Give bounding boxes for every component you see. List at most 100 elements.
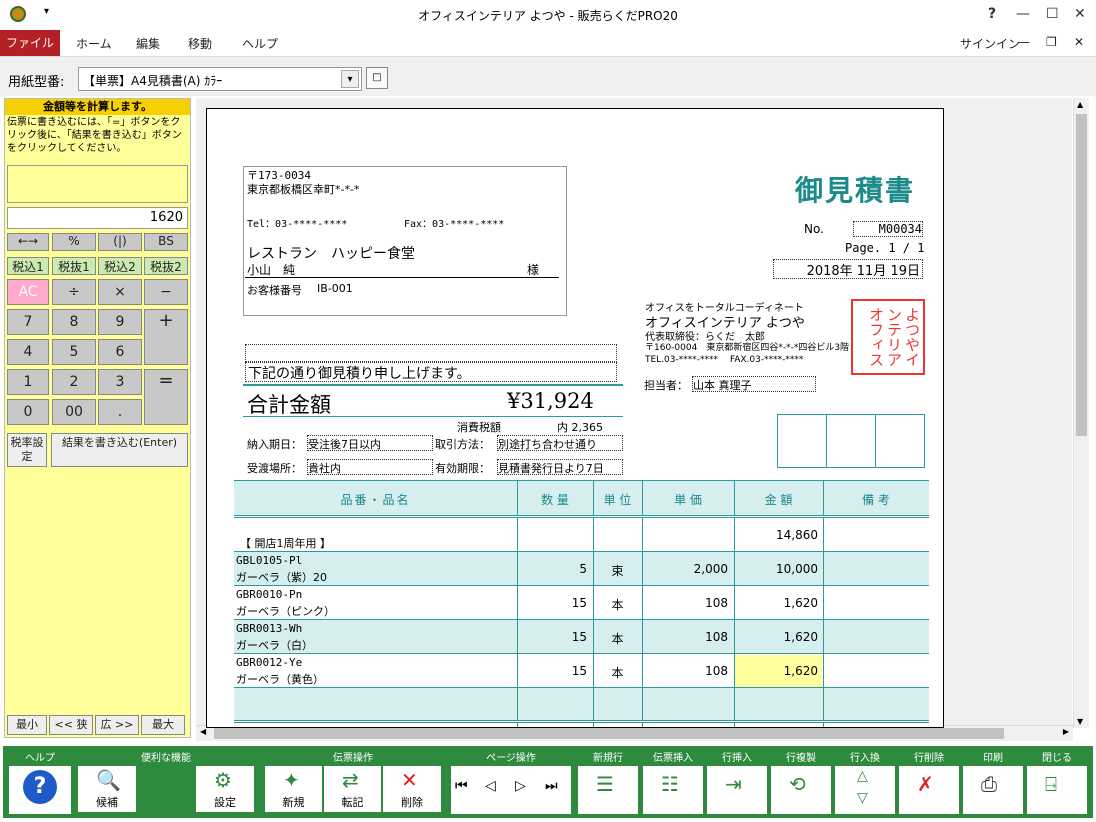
row-qty[interactable]: 5 — [517, 562, 587, 576]
calc-digit-5[interactable]: 5 — [52, 339, 96, 365]
help-button[interactable]: ? — [988, 6, 996, 22]
delivery-value[interactable]: 受注後7日以内 — [307, 435, 433, 451]
row-amount[interactable]: 1,620 — [734, 664, 818, 678]
zoom-wide-button[interactable]: 広 >> — [95, 715, 139, 735]
scroll-left-icon[interactable]: ◀ — [200, 727, 206, 736]
settings-button[interactable]: ⚙ 設定 — [196, 766, 254, 812]
row-qty[interactable]: 15 — [517, 596, 587, 610]
calc-plus-button[interactable]: + — [144, 309, 188, 365]
scroll-h-thumb[interactable] — [214, 728, 1004, 739]
calc-paren-button[interactable]: (|) — [98, 233, 142, 251]
calc-digit-2[interactable]: 2 — [52, 369, 96, 395]
row-amount[interactable]: 1,620 — [734, 596, 818, 610]
row-amount[interactable]: 14,860 — [734, 528, 818, 542]
print-button[interactable]: 印刷 ⎙ — [963, 752, 1023, 814]
calc-taxin2-button[interactable]: 税込2 — [98, 257, 142, 275]
table-row[interactable] — [234, 722, 929, 727]
insert-line-button[interactable]: 行挿入 ⇥ — [707, 752, 767, 814]
row-amount[interactable]: 10,000 — [734, 562, 818, 576]
form-preview-button[interactable]: □ — [366, 67, 388, 89]
calc-clear-button[interactable]: AC — [7, 279, 49, 305]
valid-value[interactable]: 見積書発行日より7日 — [497, 459, 623, 475]
calc-digit-7[interactable]: 7 — [7, 309, 49, 335]
form-select[interactable]: 【単票】A4見積書(A) ｶﾗｰ ▾ — [78, 67, 362, 91]
calc-taxout1-button[interactable]: 税抜1 — [52, 257, 96, 275]
calc-divide-button[interactable]: ÷ — [52, 279, 96, 305]
customer-contact[interactable]: 小山 純 — [247, 261, 295, 278]
zoom-min-button[interactable]: 最小 — [7, 715, 47, 735]
tax-rate-setting-button[interactable]: 税率設定 — [7, 433, 47, 467]
menu-move[interactable]: 移動 — [188, 35, 212, 52]
calc-decimal-button[interactable]: . — [98, 399, 142, 425]
first-page-icon[interactable]: ⏮ — [455, 778, 468, 794]
scroll-down-icon[interactable]: ▼ — [1077, 717, 1083, 726]
customer-name[interactable]: レストラン ハッピー食堂 — [247, 243, 415, 263]
calc-backspace-button[interactable]: BS — [144, 233, 188, 251]
calc-digit-8[interactable]: 8 — [52, 309, 96, 335]
copy-line-button[interactable]: 行複製 ⟲ — [771, 752, 831, 814]
mdi-close-icon[interactable]: ✕ — [1074, 35, 1084, 49]
restore-icon[interactable]: ❐ — [1046, 35, 1057, 49]
swap-line-button[interactable]: 行入換 △ ▽ — [835, 752, 895, 814]
row-code[interactable]: GBR0012-Ye — [236, 656, 302, 669]
calc-digit-0[interactable]: 0 — [7, 399, 49, 425]
row-name[interactable]: ガーベラ（白） — [236, 637, 313, 653]
transfer-button[interactable]: ⇄ 転記 — [324, 766, 381, 812]
place-value[interactable]: 貴社内 — [307, 459, 433, 475]
menu-help[interactable]: ヘルプ — [242, 35, 278, 52]
next-page-icon[interactable]: ▷ — [515, 778, 526, 794]
row-price[interactable]: 108 — [642, 664, 728, 678]
row-price[interactable]: 108 — [642, 596, 728, 610]
new-line-button[interactable]: 新規行 ☰ — [578, 752, 638, 814]
candidate-button[interactable]: 🔍 候補 — [78, 766, 136, 812]
calc-equals-button[interactable]: = — [144, 369, 188, 425]
doc-no[interactable]: M00034 — [853, 221, 923, 237]
maximize-icon[interactable]: ☐ — [1046, 6, 1059, 22]
calc-taxout2-button[interactable]: 税抜2 — [144, 257, 188, 275]
insert-slip-button[interactable]: 伝票挿入 ☷ — [643, 752, 703, 814]
customer-fax[interactable]: Fax：03-****-**** — [404, 215, 504, 230]
table-row[interactable]: 【 開店1周年用 】 14,860 — [234, 517, 929, 551]
row-unit[interactable]: 束 — [593, 562, 642, 579]
calc-digit-6[interactable]: 6 — [98, 339, 142, 365]
minimize-icon[interactable]: — — [1016, 6, 1030, 22]
terms-value[interactable]: 別途打ち合わせ通り — [497, 435, 623, 451]
signin-link[interactable]: サインイン — [960, 35, 1020, 52]
calc-digit-00[interactable]: 00 — [52, 399, 96, 425]
greeting-blank[interactable] — [245, 344, 617, 362]
help-icon[interactable]: ? — [23, 770, 57, 804]
row-name[interactable]: ガーベラ（黄色） — [236, 671, 324, 687]
customer-tel[interactable]: Tel：03-****-**** — [247, 215, 347, 230]
row-name[interactable]: 【 開店1周年用 】 — [240, 535, 331, 551]
table-row[interactable]: GBR0013-Wh ガーベラ（白） 15 本 108 1,620 — [234, 619, 929, 653]
zoom-max-button[interactable]: 最大 — [141, 715, 185, 735]
customer-no[interactable]: IB-001 — [317, 282, 353, 295]
prev-page-icon[interactable]: ◁ — [485, 778, 496, 794]
staff-name[interactable]: 山本 真理子 — [692, 376, 816, 392]
doc-date[interactable]: 2018年 11月 19日 — [773, 259, 923, 279]
calc-percent-button[interactable]: % — [52, 233, 96, 251]
scroll-right-icon[interactable]: ▶ — [1063, 727, 1069, 736]
new-slip-button[interactable]: ✦ 新規 — [265, 766, 322, 812]
chevron-down-icon[interactable]: ▾ — [341, 70, 359, 88]
delete-line-button[interactable]: 行削除 ✗ — [899, 752, 959, 814]
scroll-thumb[interactable] — [1076, 114, 1087, 436]
customer-address[interactable]: 東京都板橋区幸町*-*-* — [247, 181, 359, 197]
last-page-icon[interactable]: ⏭ — [545, 778, 558, 794]
delete-slip-button[interactable]: ✕ 削除 — [383, 766, 441, 812]
calc-arrow-button[interactable]: ←→ — [7, 233, 49, 251]
table-row[interactable]: GBR0012-Ye ガーベラ（黄色） 15 本 108 1,620 — [234, 653, 929, 687]
row-unit[interactable]: 本 — [593, 630, 642, 647]
scroll-up-icon[interactable]: ▲ — [1077, 100, 1083, 109]
calc-digit-3[interactable]: 3 — [98, 369, 142, 395]
row-amount[interactable]: 1,620 — [734, 630, 818, 644]
row-name[interactable]: ガーベラ（ピンク） — [236, 603, 335, 619]
row-price[interactable]: 2,000 — [642, 562, 728, 576]
calc-digit-4[interactable]: 4 — [7, 339, 49, 365]
greeting-text[interactable]: 下記の通り御見積り申し上げます。 — [245, 362, 617, 382]
row-code[interactable]: GBL0105-Pl — [236, 554, 302, 567]
calc-taxin1-button[interactable]: 税込1 — [7, 257, 49, 275]
menu-file[interactable]: ファイル — [0, 30, 60, 56]
calc-minus-button[interactable]: − — [144, 279, 188, 305]
menu-home[interactable]: ホーム — [76, 35, 112, 52]
